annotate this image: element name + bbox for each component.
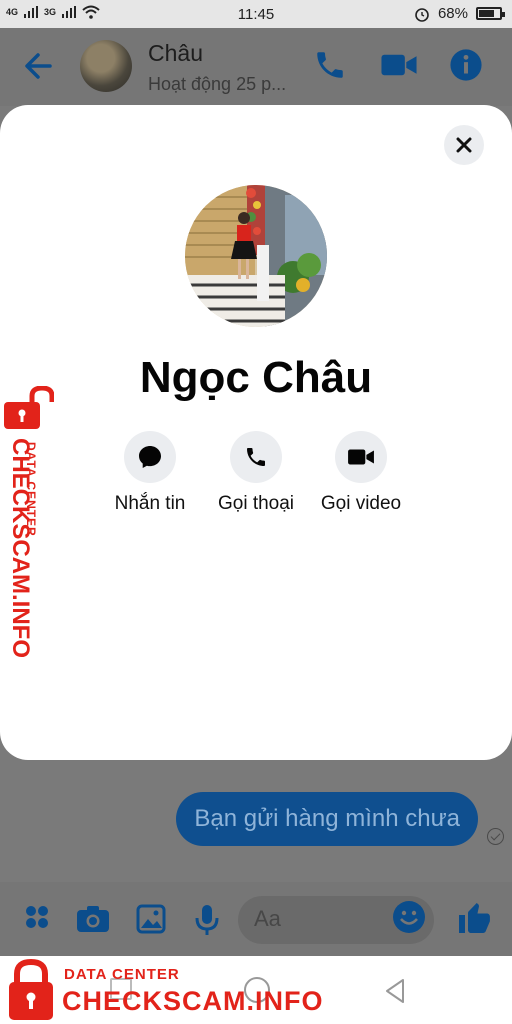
message-bubble-icon bbox=[139, 446, 161, 468]
profile-name: Ngọc Châu bbox=[139, 353, 373, 402]
video-call-action-label: Gọi video bbox=[320, 493, 402, 514]
contact-avatar[interactable] bbox=[80, 40, 132, 92]
side-watermark: DATA CENTER CHECKSCAM.INFO bbox=[2, 386, 58, 658]
battery-percent: 68% bbox=[437, 5, 468, 22]
microphone-icon[interactable] bbox=[194, 904, 220, 936]
status-right: 68% bbox=[414, 5, 505, 22]
video-call-icon[interactable] bbox=[380, 48, 418, 82]
profile-actions: Nhắn tin Gọi thoại Gọi video bbox=[0, 431, 512, 531]
video-call-action-button[interactable] bbox=[335, 431, 387, 483]
contact-name[interactable]: Châu bbox=[148, 40, 203, 67]
composer-bar: Aa bbox=[0, 882, 512, 956]
emoji-icon[interactable] bbox=[392, 900, 426, 934]
bottom-watermark: DATA CENTER CHECKSCAM.INFO bbox=[0, 956, 323, 1024]
contact-status: Hoạt động 25 p... bbox=[148, 74, 287, 94]
camera-icon[interactable] bbox=[76, 904, 110, 934]
side-watermark-large: CHECKSCAM.INFO bbox=[7, 438, 34, 658]
profile-photo-image bbox=[185, 185, 327, 327]
gallery-icon[interactable] bbox=[136, 904, 166, 934]
info-icon[interactable] bbox=[449, 48, 483, 82]
lock-logo-icon-bottom bbox=[9, 958, 53, 1020]
thumbs-up-icon[interactable] bbox=[456, 900, 492, 936]
voice-call-action-label: Gọi thoại bbox=[217, 493, 295, 514]
message-action[interactable]: Nhắn tin bbox=[90, 431, 210, 515]
bottom-watermark-small: DATA CENTER bbox=[64, 966, 180, 983]
chat-header: Châu Hoạt động 25 p... bbox=[0, 28, 512, 106]
message-action-button[interactable] bbox=[124, 431, 176, 483]
back-arrow-icon[interactable] bbox=[20, 48, 56, 84]
phone-icon bbox=[247, 448, 265, 466]
message-action-label: Nhắn tin bbox=[114, 493, 186, 514]
lock-logo-icon bbox=[4, 386, 54, 429]
voice-call-action-button[interactable] bbox=[230, 431, 282, 483]
alarm-icon bbox=[415, 7, 429, 22]
message-bubble[interactable]: Bạn gửi hàng mình chưa bbox=[176, 792, 478, 846]
sent-check-icon bbox=[487, 828, 504, 845]
status-bar: 4G 3G 11:45 68% bbox=[0, 0, 512, 28]
battery-icon bbox=[476, 7, 505, 20]
video-call-action[interactable]: Gọi video bbox=[301, 431, 421, 515]
bottom-watermark-large: CHECKSCAM.INFO bbox=[62, 986, 324, 1016]
nav-back-icon[interactable] bbox=[383, 978, 407, 1004]
battery-fill bbox=[479, 10, 494, 17]
phone-call-icon[interactable] bbox=[313, 48, 347, 82]
apps-grid-icon[interactable] bbox=[24, 904, 50, 930]
profile-modal: Ngọc Châu Nhắn tin Gọi thoại Gọi video bbox=[0, 105, 512, 760]
profile-photo[interactable] bbox=[185, 185, 327, 327]
close-button[interactable] bbox=[444, 125, 484, 165]
close-icon bbox=[456, 137, 472, 153]
voice-call-action[interactable]: Gọi thoại bbox=[196, 431, 316, 515]
video-camera-icon bbox=[348, 449, 374, 465]
message-input-placeholder: Aa bbox=[254, 906, 281, 931]
